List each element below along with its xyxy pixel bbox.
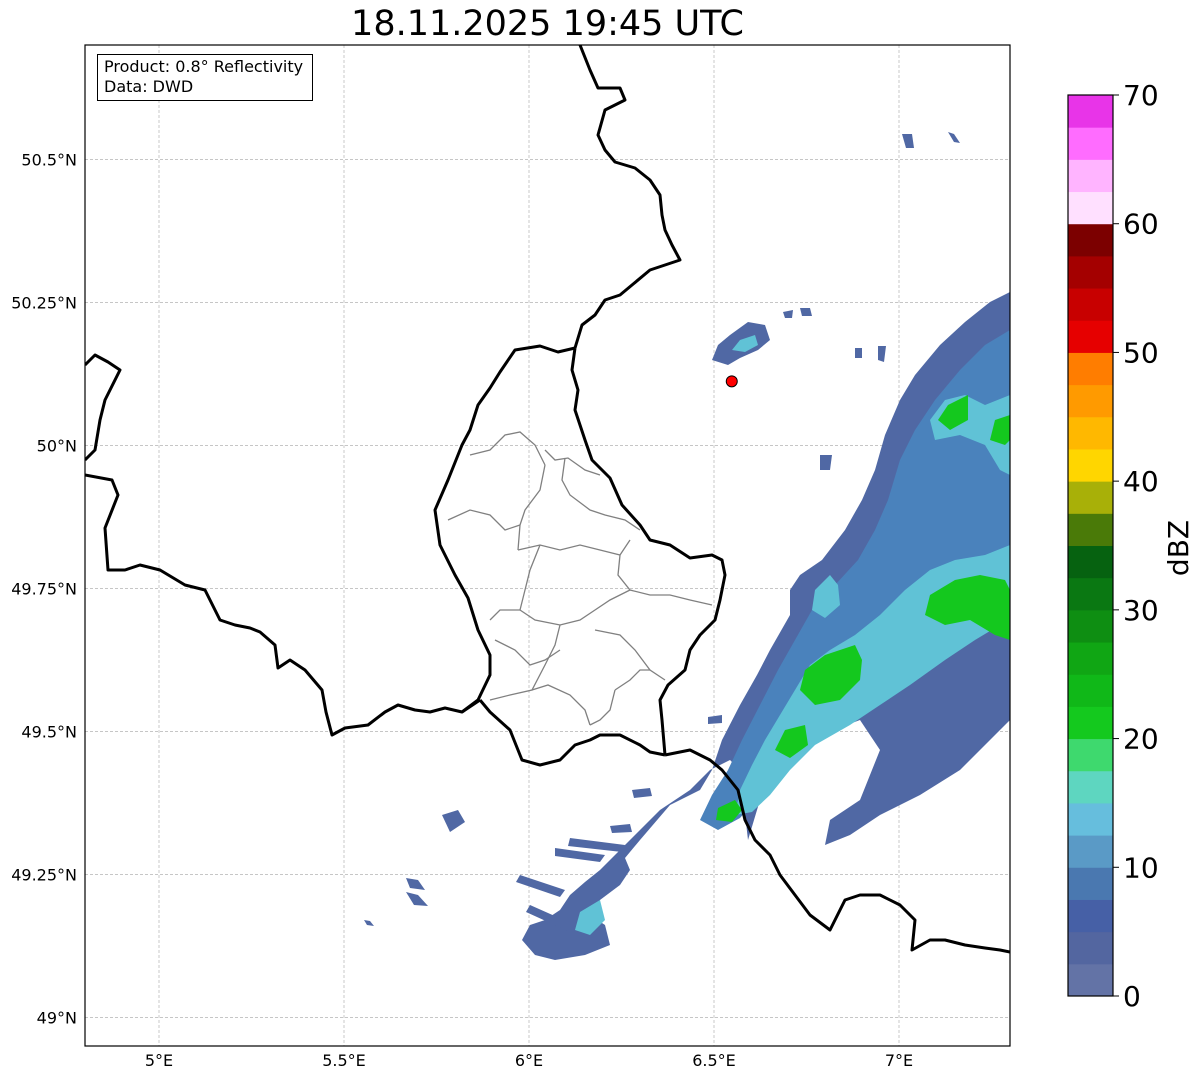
lat-tick-label: 49.75°N: [11, 579, 77, 598]
colorbar-segment: [1068, 802, 1113, 836]
echo-speck-ne-4: [800, 308, 812, 316]
info-box: Product: 0.8° Reflectivity Data: DWD: [97, 54, 313, 101]
colorbar-segment: [1068, 770, 1113, 804]
lat-tick-label: 49°N: [37, 1008, 77, 1027]
colorbar-segment: [1068, 320, 1113, 353]
colorbar-segment: [1068, 867, 1113, 900]
lon-tick-label: 6°E: [515, 1051, 543, 1070]
colorbar-tick-label: 50: [1123, 336, 1159, 369]
radar-site-marker: [725, 375, 738, 388]
colorbar-segment: [1068, 288, 1113, 321]
colorbar-segment: [1068, 577, 1113, 611]
data-source-label: Data: DWD: [104, 77, 194, 96]
colorbar-segment: [1068, 545, 1113, 579]
colorbar-segment: [1068, 159, 1113, 193]
lon-tick-label: 6.5°E: [692, 1051, 736, 1070]
colorbar-segment: [1068, 352, 1113, 386]
radar-map: 5°E 5.5°E 6°E 6.5°E 7°E 49°N 49.25°N 49.5°N 49.7…: [11, 44, 1195, 1070]
lon-tick-label: 7°E: [885, 1051, 913, 1070]
colorbar-segment: [1068, 609, 1113, 643]
colorbar-segment: [1068, 642, 1113, 675]
lat-tick-label: 49.5°N: [21, 722, 77, 741]
echo-speck-e-3: [820, 455, 832, 470]
colorbar-tick-label: 0: [1123, 980, 1141, 1013]
colorbar-ticks: 0 10 20 30 40 50 60 70: [1113, 79, 1159, 1013]
colorbar-segment: [1068, 95, 1113, 128]
colorbar-segment: [1068, 513, 1113, 546]
colorbar-tick-label: 70: [1123, 79, 1159, 112]
colorbar-tick-label: 60: [1123, 208, 1159, 241]
colorbar-segment: [1068, 738, 1113, 772]
colorbar-segment: [1068, 963, 1113, 997]
colorbar-segment: [1068, 384, 1113, 418]
colorbar-tick-label: 40: [1123, 465, 1159, 498]
colorbar-segment: [1068, 674, 1113, 707]
lat-tick-label: 49.25°N: [11, 865, 77, 884]
lat-tick-label: 50°N: [37, 436, 77, 455]
colorbar-segment: [1068, 481, 1113, 514]
lon-tick-label: 5°E: [145, 1051, 173, 1070]
lon-tick-label: 5.5°E: [322, 1051, 366, 1070]
colorbar-segments: [1068, 95, 1113, 997]
colorbar-segment: [1068, 255, 1113, 289]
colorbar-segment: [1068, 931, 1113, 965]
product-label: Product: 0.8° Reflectivity: [104, 57, 304, 76]
echo-speck-e-1: [855, 348, 862, 358]
colorbar-segment: [1068, 835, 1113, 868]
lat-tick-label: 50.5°N: [21, 150, 77, 169]
colorbar-tick-label: 10: [1123, 851, 1159, 884]
colorbar-tick-label: 20: [1123, 723, 1159, 756]
colorbar-segment: [1068, 223, 1113, 257]
colorbar-segment: [1068, 416, 1113, 450]
colorbar-segment: [1068, 191, 1113, 225]
lat-tick-label: 50.25°N: [11, 293, 77, 312]
colorbar-label: dBZ: [1162, 520, 1195, 576]
colorbar-segment: [1068, 899, 1113, 933]
colorbar-segment: [1068, 127, 1113, 160]
colorbar-segment: [1068, 448, 1113, 482]
colorbar: 0 10 20 30 40 50 60 70 dBZ: [1067, 79, 1195, 1013]
colorbar-segment: [1068, 706, 1113, 740]
colorbar-tick-label: 30: [1123, 594, 1159, 627]
